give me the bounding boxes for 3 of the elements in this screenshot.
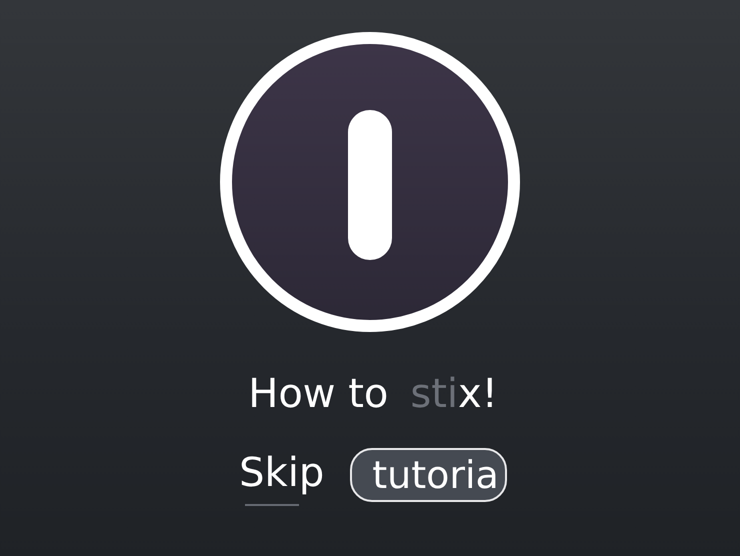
heading: How to stix! xyxy=(248,370,498,419)
tutorial-button[interactable]: tutoria xyxy=(350,448,507,502)
pause-logo-icon xyxy=(218,30,522,334)
